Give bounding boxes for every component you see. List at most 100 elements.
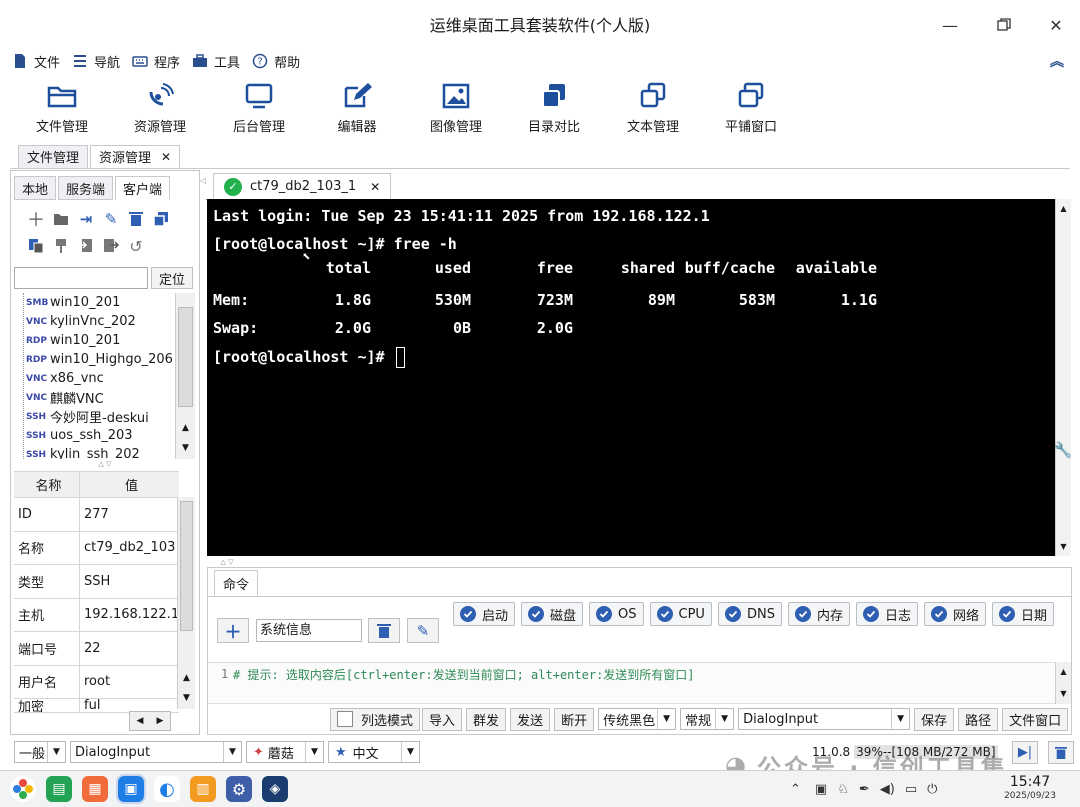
scrollbar-thumb[interactable] [180,501,193,631]
editor-scrollbar[interactable]: ▲ ▼ [1055,662,1071,704]
copy-button[interactable] [26,236,46,256]
save-button[interactable]: 保存 [914,707,955,731]
tree-item[interactable]: VNC kylinVnc_202 [14,312,176,331]
table-row[interactable]: ID 277 [14,498,179,532]
scroll-up-icon[interactable]: ▲ [1056,201,1071,215]
edit-command-button[interactable]: ✎ [407,618,439,643]
font-select[interactable]: DialogInput ▼ [738,708,911,730]
font2-select[interactable]: ✦ 蘑菇 ▼ [246,741,324,763]
power-icon[interactable]: ⏻ [927,782,937,797]
mode-select[interactable]: 一般 ▼ [14,741,66,763]
edit-button[interactable]: ✎ [101,209,121,229]
start-menu-icon[interactable] [10,776,36,802]
file-manager-taskbar-icon[interactable]: ▣ [116,774,146,804]
tree-item[interactable]: SSH 今妙阿里-deskui [14,407,176,426]
splitter[interactable]: △ ▽ [11,459,199,469]
pen-icon[interactable]: ✒ [859,782,870,797]
duplicate-button[interactable] [151,209,171,229]
table-row[interactable]: 用户名 root [14,665,179,699]
refresh-button[interactable]: ↺ [126,236,146,256]
cmd-network-button[interactable]: 网络 [923,602,986,626]
tab-server[interactable]: 服务端 [58,176,114,200]
command-editor[interactable]: 1 # 提示: 选取内容后[ctrl+enter:发送到当前窗口; alt+en… [208,662,1055,704]
send-button[interactable]: 发送 [510,707,551,731]
cmd-cpu-button[interactable]: CPU [649,602,712,626]
clock[interactable]: 15:47 2025/09/23 [1000,774,1060,802]
app-center-icon[interactable]: ▦ [82,776,108,802]
close-tab-icon[interactable]: ✕ [161,150,171,164]
command-name-input[interactable]: 系统信息 [256,619,362,642]
task-view-icon[interactable]: ▤ [46,776,72,802]
maximize-button[interactable] [984,10,1024,40]
add-folder-button[interactable] [51,209,71,229]
package-icon[interactable]: ▥ [190,776,216,802]
delete-command-button[interactable] [368,618,400,643]
connect-button[interactable]: ⇥ [76,209,96,229]
disconnect-button[interactable]: 断开 [554,707,595,731]
battery-icon[interactable]: ▭ [905,782,917,797]
wrench-icon[interactable]: 🔧 [1054,440,1073,460]
tree-item[interactable]: SSH uos_ssh_203 [14,426,176,445]
close-tab-icon[interactable]: ✕ [370,180,380,194]
h-scroll[interactable]: ◀ ▶ [129,711,171,731]
scroll-up-icon[interactable]: ▲ [1056,664,1071,678]
tree-item[interactable]: RDP win10_Highgo_206 [14,350,176,369]
file-window-button[interactable]: 文件窗口 [1002,707,1069,731]
scroll-down-icon[interactable]: ▼ [178,689,195,707]
table-row[interactable]: 名称 ct79_db2_103 [14,531,179,565]
tab-session[interactable]: ✓ ct79_db2_103_1 ✕ [213,173,392,200]
cmd-os-button[interactable]: OS [589,602,644,626]
clear-button[interactable] [1048,741,1074,764]
status-font-select[interactable]: DialogInput ▼ [70,741,242,763]
tab-file-manager[interactable]: 文件管理 [18,144,89,169]
import-button[interactable]: 导入 [422,707,463,731]
tree-item[interactable]: RDP win10_201 [14,331,176,350]
props-scrollbar[interactable]: ▲ ▼ [177,497,195,709]
scroll-down-icon[interactable]: ▼ [176,439,195,457]
scroll-right-icon[interactable]: ▶ [150,716,170,726]
clipboard-icon[interactable]: ▣ [815,782,827,797]
browser-icon[interactable]: ◐ [154,776,180,802]
splitter[interactable]: △ ▽ [207,557,247,567]
cmd-log-button[interactable]: 日志 [855,602,918,626]
tab-resource-manager[interactable]: 资源管理 ✕ [90,144,181,169]
menu-file[interactable]: 文件 [12,48,60,74]
cmd-disk-button[interactable]: 磁盘 [521,602,584,626]
tab-local[interactable]: 本地 [14,176,57,200]
table-row[interactable]: 端口号 22 [14,632,179,666]
path-button[interactable]: 路径 [958,707,999,731]
tree-item[interactable]: SSH kylin_ssh_202 [14,445,176,459]
tool-editor[interactable]: 编辑器 [312,74,402,142]
scrollbar-thumb[interactable] [178,307,193,407]
table-row[interactable]: 主机192.168.122.103 [14,598,179,632]
list-mode-checkbox[interactable]: 列选模式 [330,707,421,731]
terminal-scrollbar[interactable]: ▲ ▼ [1055,199,1071,556]
tree-item[interactable]: SMB win10_201 [14,293,176,312]
scroll-up-icon[interactable]: ▲ [176,419,195,437]
add-command-button[interactable]: ＋ [217,618,249,643]
collapse-left-icon[interactable]: ◁ [198,172,208,188]
close-button[interactable]: ✕ [1036,10,1076,40]
tree-scrollbar[interactable]: ▲ ▼ [175,293,195,459]
theme-select[interactable]: 传统黑色 ▼ [598,708,677,730]
tab-command[interactable]: 命令 [214,570,259,596]
cmd-date-button[interactable]: 日期 [992,602,1055,626]
style-select[interactable]: 常规 ▼ [680,708,735,730]
collapse-toolbar-button[interactable]: ︽ [1046,50,1068,72]
minimize-button[interactable]: — [930,10,970,40]
language-select[interactable]: ★ 中文 ▼ [328,741,420,763]
volume-icon[interactable]: ◀) [880,782,895,797]
tool-dir-compare[interactable]: 目录对比 [509,74,599,142]
cmd-dns-button[interactable]: DNS [717,602,782,626]
delete-button[interactable] [126,209,146,229]
import-button[interactable] [76,236,96,256]
tab-client[interactable]: 客户端 [115,176,171,200]
group-send-button[interactable]: 群发 [466,707,507,731]
tool-image-manager[interactable]: 图像管理 [411,74,501,142]
scroll-left-icon[interactable]: ◀ [130,716,150,726]
tree-item[interactable]: VNC x86_vnc [14,369,176,388]
chevron-up-icon[interactable]: ⌃ [790,782,801,797]
export-button[interactable] [101,236,121,256]
tool-resource-manager[interactable]: 资源管理 [115,74,205,142]
cmd-startup-button[interactable]: 启动 [453,602,516,626]
